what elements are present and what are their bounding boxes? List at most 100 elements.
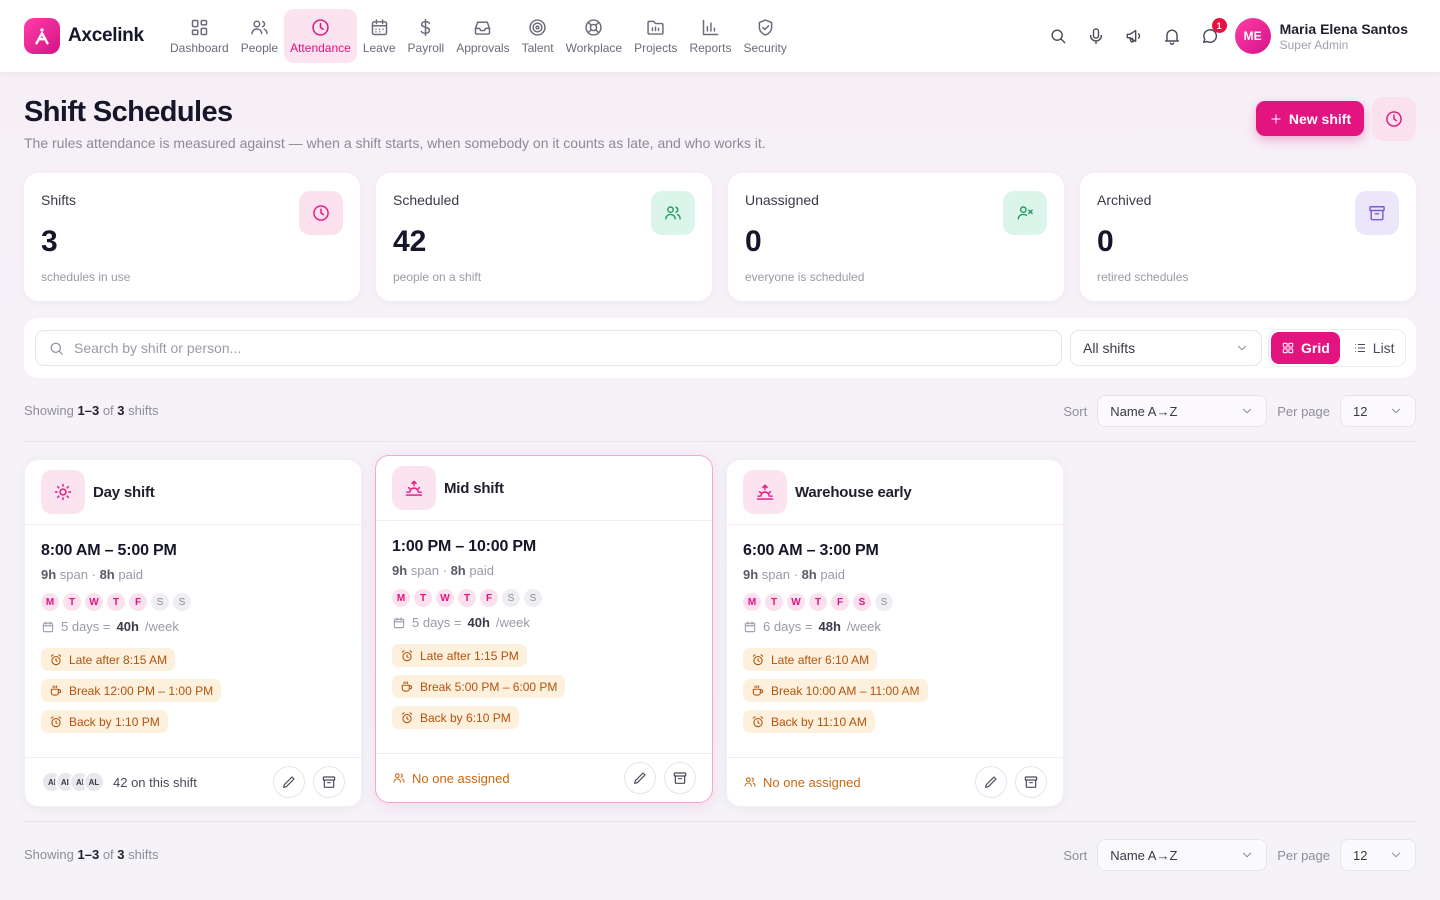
archive-button[interactable]: [1015, 766, 1047, 798]
shift-span: 9h span · 8h paid: [743, 567, 845, 582]
nav-item-dashboard[interactable]: Dashboard: [164, 9, 235, 63]
days-count: 6 days =: [763, 619, 813, 634]
alarm-icon: [752, 653, 764, 665]
shift-filter-select[interactable]: All shifts: [1070, 330, 1262, 366]
clock-icon: [313, 205, 329, 221]
search-box[interactable]: [35, 330, 1062, 366]
days-count: 5 days =: [412, 615, 462, 630]
pencil-icon: [283, 776, 295, 788]
microphone-icon: [1089, 28, 1102, 45]
user-x-icon: [1017, 206, 1033, 220]
nav-item-approvals[interactable]: Approvals: [450, 9, 515, 63]
dollar-icon: [420, 18, 431, 37]
calendar-icon: [393, 617, 405, 628]
new-shift-button[interactable]: New shift: [1256, 101, 1364, 136]
voice-button[interactable]: [1077, 14, 1115, 58]
bar-chart-icon: [702, 19, 719, 36]
view-grid-button[interactable]: Grid: [1271, 332, 1340, 364]
user-menu[interactable]: Maria Elena Santos Super Admin: [1280, 21, 1408, 52]
card-header: Mid shift: [376, 456, 712, 521]
messages-button[interactable]: 1: [1191, 14, 1229, 58]
weekday-chip: S: [524, 589, 542, 607]
search-button[interactable]: [1039, 14, 1077, 58]
plus-icon: [1271, 113, 1281, 124]
avatar-stack: AI AII AI AL: [41, 771, 105, 793]
attendance-clock-button[interactable]: [1372, 97, 1416, 141]
header-actions: 1 ME Maria Elena Santos Super Admin: [1039, 14, 1408, 58]
sort-select[interactable]: Name A→Z: [1097, 395, 1268, 427]
card-header: Day shift: [25, 460, 361, 525]
shift-time: 1:00 PM – 10:00 PM: [392, 538, 537, 555]
archive-button[interactable]: [313, 766, 345, 798]
nav-item-attendance[interactable]: Attendance: [284, 9, 357, 63]
card-actions: [624, 762, 696, 794]
weekday-chip: W: [85, 593, 103, 611]
late-rule-pill: Late after 6:10 AM: [743, 648, 878, 671]
view-toggle: Grid List: [1268, 329, 1406, 367]
break-pill: Break 12:00 PM – 1:00 PM: [41, 679, 222, 702]
weekday-chip: M: [392, 589, 410, 607]
filter-bar: All shifts Grid List: [24, 318, 1416, 378]
edit-button[interactable]: [273, 766, 305, 798]
user-avatar[interactable]: ME: [1234, 18, 1271, 54]
break-window: Break 12:00 PM – 1:00 PM: [69, 683, 214, 698]
rule-pills: Late after 8:15 AM Break 12:00 PM – 1:00…: [41, 634, 345, 733]
weekly-hours: 5 days = 40h /week: [392, 615, 696, 630]
page-title: Shift Schedules: [24, 96, 233, 128]
late-rule-pill: Late after 1:15 PM: [392, 644, 527, 667]
nav-item-reports[interactable]: Reports: [683, 9, 737, 63]
nav-item-projects[interactable]: Projects: [628, 9, 683, 63]
card-actions: [975, 766, 1047, 798]
stat-label: Shifts: [41, 192, 77, 208]
nav-item-payroll[interactable]: Payroll: [402, 9, 451, 63]
results-count: Showing 1–3 of 3 shifts: [24, 403, 159, 418]
shift-span: 9h span · 8h paid: [392, 563, 494, 578]
span-hours: 9h: [41, 567, 57, 582]
announcements-button[interactable]: [1115, 14, 1153, 58]
notifications-button[interactable]: [1153, 14, 1191, 58]
edit-button[interactable]: [975, 766, 1007, 798]
back-by-pill: Back by 6:10 PM: [392, 706, 519, 729]
nav-item-people[interactable]: People: [235, 9, 284, 63]
shift-card-mid[interactable]: Mid shift 1:00 PM – 10:00 PM 9h span · 8…: [375, 455, 713, 803]
span-label: span: [59, 567, 88, 582]
messages-badge: 1: [1211, 18, 1227, 33]
nav-item-workplace[interactable]: Workplace: [560, 9, 628, 63]
coffee-icon: [401, 681, 413, 692]
no-one-assigned[interactable]: No one assigned: [392, 771, 510, 786]
sort-select[interactable]: Name A→Z: [1097, 839, 1268, 871]
assigned-people[interactable]: AI AII AI AL 42 on this shift: [41, 771, 197, 793]
card-body: 6:00 AM – 3:00 PM 9h span · 8h paid M T …: [727, 525, 1063, 757]
top-bar: Axcelink Dashboard People Attendance Lea…: [0, 0, 1440, 72]
stat-value: 3: [41, 225, 58, 258]
archive-button[interactable]: [664, 762, 696, 794]
sunrise-icon: [743, 470, 787, 514]
no-one-assigned[interactable]: No one assigned: [743, 775, 861, 790]
shift-name: Day shift: [93, 483, 155, 501]
grid-icon: [1282, 342, 1294, 354]
stat-icon-box: [1355, 191, 1399, 235]
weekdays: M T W T F S S: [743, 593, 1047, 611]
card-header: Warehouse early: [727, 460, 1063, 525]
paid-hours: 8h: [450, 563, 466, 578]
edit-button[interactable]: [624, 762, 656, 794]
per-page-select[interactable]: 12: [1340, 839, 1416, 871]
nav-item-security[interactable]: Security: [737, 9, 792, 63]
shift-card-warehouse-early[interactable]: Warehouse early 6:00 AM – 3:00 PM 9h spa…: [726, 459, 1064, 807]
search-input[interactable]: [74, 340, 974, 356]
stat-label: Scheduled: [393, 192, 460, 208]
per-page-select[interactable]: 12: [1340, 395, 1416, 427]
weekday-chip: T: [107, 593, 125, 611]
user-name: Maria Elena Santos: [1279, 20, 1408, 37]
brand[interactable]: Axcelink: [24, 18, 144, 54]
results-prefix: Showing: [24, 847, 74, 862]
results-range: 1–3: [77, 403, 100, 418]
results-of: of: [102, 403, 114, 418]
shift-card-day[interactable]: Day shift 8:00 AM – 5:00 PM 9h span · 8h…: [24, 459, 362, 807]
view-list-button[interactable]: List: [1343, 332, 1405, 364]
break-window: Break 5:00 PM – 6:00 PM: [420, 679, 558, 694]
nav-item-talent[interactable]: Talent: [516, 9, 560, 63]
span-label: span: [410, 563, 439, 578]
nav-item-leave[interactable]: Leave: [357, 9, 402, 63]
weekday-chip: T: [809, 593, 827, 611]
